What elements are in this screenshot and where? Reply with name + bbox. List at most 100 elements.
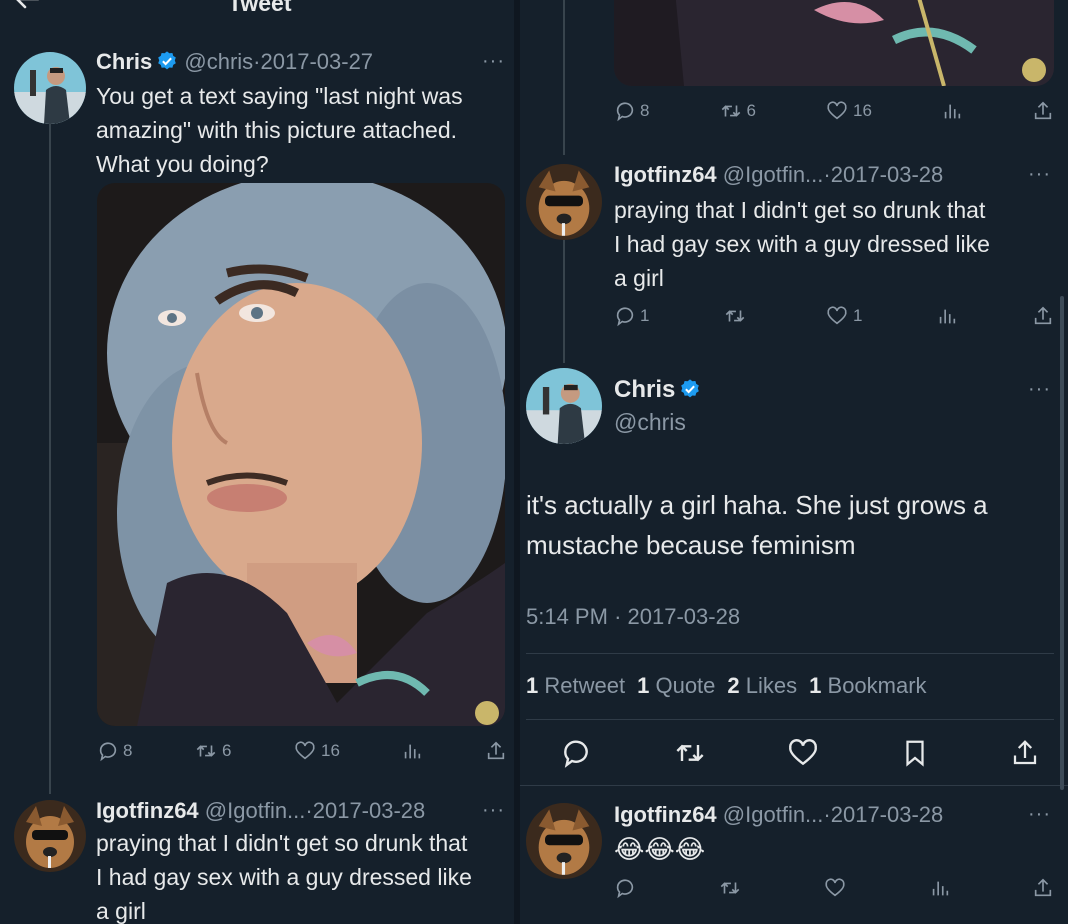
share-button[interactable] bbox=[1032, 877, 1054, 899]
share-icon bbox=[1034, 878, 1052, 897]
stat-number: 1 bbox=[637, 673, 650, 698]
likes-stat[interactable]: 2 Likes bbox=[727, 673, 797, 699]
stat-label: Likes bbox=[745, 673, 798, 698]
avatar-igotfinz64[interactable] bbox=[526, 803, 602, 879]
author-name[interactable]: Igotfinz64 bbox=[614, 802, 717, 827]
avatar-igotfinz64[interactable] bbox=[526, 164, 602, 240]
share-button[interactable] bbox=[485, 740, 507, 762]
analytics-icon bbox=[944, 104, 961, 119]
heart-icon bbox=[827, 101, 847, 120]
reply-icon bbox=[616, 102, 634, 122]
avatar-chris[interactable] bbox=[526, 368, 602, 444]
retweet-icon bbox=[721, 105, 740, 117]
separator: · bbox=[614, 604, 622, 629]
verified-badge-icon bbox=[158, 51, 177, 70]
reply-icon bbox=[564, 740, 588, 768]
divider bbox=[520, 785, 1068, 786]
retweet-button[interactable]: 6 bbox=[719, 100, 756, 122]
share-button[interactable] bbox=[1032, 305, 1054, 327]
reply-emojis: 😂😂😂 bbox=[614, 834, 706, 864]
like-count: 16 bbox=[853, 101, 872, 120]
focused-tweet-text: it's actually a girl haha. She just grow… bbox=[526, 485, 1056, 565]
photo-image bbox=[614, 0, 1054, 86]
thread-line bbox=[563, 0, 565, 155]
tweet-header: Chris @chris·2017-03-27 bbox=[96, 49, 373, 75]
share-button[interactable] bbox=[1010, 737, 1040, 769]
more-options-button[interactable]: ··· bbox=[1028, 378, 1051, 401]
focused-tweet-actions bbox=[560, 737, 1040, 769]
author-handle[interactable]: @chris bbox=[184, 49, 253, 74]
retweet-button[interactable]: 6 bbox=[194, 740, 231, 762]
like-button[interactable]: 16 bbox=[293, 740, 340, 762]
like-count: 16 bbox=[321, 741, 340, 760]
author-name[interactable]: Chris bbox=[614, 376, 675, 403]
bookmark-button[interactable] bbox=[900, 737, 930, 769]
tweet-date[interactable]: 2017-03-28 bbox=[313, 798, 426, 823]
tweet-media-photo[interactable] bbox=[97, 183, 505, 726]
tweet-actions: 8 6 16 bbox=[97, 740, 507, 762]
like-button[interactable]: 1 bbox=[825, 305, 862, 327]
share-button[interactable] bbox=[1032, 100, 1054, 122]
retweet-button[interactable] bbox=[723, 305, 751, 327]
tweet-date[interactable]: 2017-03-28 bbox=[831, 802, 944, 827]
author-handle[interactable]: @Igotfin... bbox=[723, 162, 824, 187]
reply-icon bbox=[99, 742, 117, 762]
tweet-text-line: mustache because feminism bbox=[526, 530, 856, 560]
left-screenshot: Tweet Chris @chris·2017-03-27 ··· You ge… bbox=[0, 0, 514, 924]
views-button[interactable] bbox=[929, 877, 951, 899]
views-button[interactable] bbox=[936, 305, 958, 327]
tweet-text-line: a girl bbox=[96, 898, 146, 924]
analytics-icon bbox=[405, 744, 421, 759]
views-button[interactable] bbox=[401, 740, 423, 762]
reply-button[interactable]: 8 bbox=[614, 100, 649, 122]
tweet-text-line: praying that I didn't get so drunk that bbox=[614, 197, 986, 223]
author-handle[interactable]: @Igotfin... bbox=[723, 802, 824, 827]
reply-button[interactable]: 8 bbox=[97, 740, 132, 762]
tweet-media-photo-cropped[interactable] bbox=[614, 0, 1054, 86]
tweet-actions: 8 6 16 bbox=[614, 100, 1054, 122]
scrollbar[interactable] bbox=[1060, 296, 1064, 790]
avatar-chris[interactable] bbox=[14, 52, 86, 124]
author-handle[interactable]: @Igotfin... bbox=[205, 798, 306, 823]
author-name[interactable]: Chris bbox=[96, 49, 152, 74]
retweet-icon bbox=[675, 744, 704, 762]
heart-icon bbox=[295, 741, 315, 760]
like-button[interactable]: 16 bbox=[825, 100, 872, 122]
retweet-stat[interactable]: 1 Retweet bbox=[526, 673, 625, 699]
author-name[interactable]: Igotfinz64 bbox=[614, 162, 717, 187]
reply-button[interactable] bbox=[614, 877, 636, 899]
reply-count: 8 bbox=[123, 741, 133, 760]
like-count: 1 bbox=[853, 306, 863, 325]
more-options-button[interactable]: ··· bbox=[482, 799, 505, 822]
retweet-button[interactable] bbox=[718, 877, 742, 899]
more-options-button[interactable]: ··· bbox=[1028, 803, 1051, 826]
reply-button[interactable] bbox=[560, 737, 592, 769]
tweet-text-line: it's actually a girl haha. She just grow… bbox=[526, 490, 988, 520]
stat-number: 1 bbox=[526, 673, 539, 698]
engagement-counts: 1 Retweet 1 Quote 2 Likes 1 Bookmark bbox=[526, 673, 927, 699]
back-button[interactable] bbox=[12, 0, 42, 14]
analytics-icon bbox=[932, 881, 948, 896]
views-button[interactable] bbox=[941, 100, 963, 122]
reply-text: praying that I didn't get so drunk that … bbox=[96, 826, 514, 924]
tweet-actions bbox=[614, 877, 1054, 899]
like-button[interactable] bbox=[823, 877, 847, 899]
more-options-button[interactable]: ··· bbox=[482, 50, 505, 73]
reply-header: Igotfinz64 @Igotfin...·2017-03-28 bbox=[614, 802, 943, 828]
like-button[interactable] bbox=[787, 737, 819, 769]
more-options-button[interactable]: ··· bbox=[1028, 163, 1051, 186]
tweet-timestamp[interactable]: 5:14 PM · 2017-03-28 bbox=[526, 604, 740, 630]
heart-icon bbox=[825, 878, 845, 897]
bookmark-stat[interactable]: 1 Bookmark bbox=[809, 673, 926, 699]
avatar-igotfinz64[interactable] bbox=[14, 800, 86, 872]
author-handle[interactable]: @chris bbox=[614, 409, 686, 436]
reply-button[interactable]: 1 bbox=[614, 305, 649, 327]
quote-stat[interactable]: 1 Quote bbox=[637, 673, 715, 699]
tweet-date[interactable]: 2017-03-28 bbox=[831, 162, 944, 187]
tweet-date[interactable]: 2017-03-27 bbox=[261, 49, 374, 74]
retweet-button[interactable] bbox=[673, 737, 707, 769]
focused-author: Chris bbox=[614, 376, 701, 404]
divider bbox=[526, 653, 1054, 654]
author-name[interactable]: Igotfinz64 bbox=[96, 798, 199, 823]
reply-icon bbox=[616, 879, 634, 899]
